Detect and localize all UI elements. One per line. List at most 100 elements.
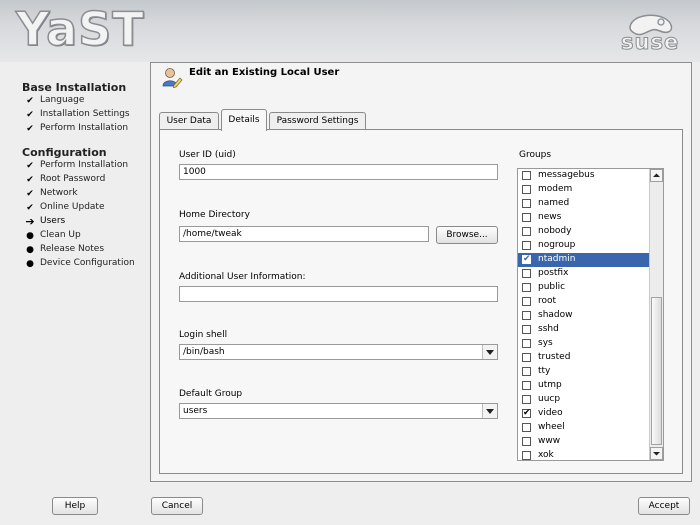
group-item-trusted[interactable]: trusted bbox=[518, 351, 651, 365]
group-name: shadow bbox=[538, 310, 573, 320]
step-clean-up: ● Clean Up bbox=[24, 230, 149, 244]
group-name: postfix bbox=[538, 268, 569, 278]
group-item-utmp[interactable]: utmp bbox=[518, 379, 651, 393]
group-checkbox[interactable] bbox=[522, 381, 531, 390]
group-item-wheel[interactable]: wheel bbox=[518, 421, 651, 435]
group-item-named[interactable]: named bbox=[518, 197, 651, 211]
group-item-sys[interactable]: sys bbox=[518, 337, 651, 351]
checkmark-icon: ✔ bbox=[26, 175, 34, 185]
login-shell-value: /bin/bash bbox=[183, 347, 225, 357]
browse-button[interactable]: Browse... bbox=[436, 226, 498, 244]
group-checkbox[interactable] bbox=[522, 199, 531, 208]
group-item-modem[interactable]: modem bbox=[518, 183, 651, 197]
uid-label: User ID (uid) bbox=[179, 150, 236, 160]
default-group-value: users bbox=[183, 406, 208, 416]
group-checkbox[interactable] bbox=[522, 297, 531, 306]
accept-button[interactable]: Accept bbox=[638, 497, 690, 515]
group-item-messagebus[interactable]: messagebus bbox=[518, 169, 651, 183]
chevron-down-icon[interactable] bbox=[482, 345, 497, 359]
home-directory-input[interactable]: /home/tweak bbox=[179, 226, 429, 242]
group-checkbox[interactable] bbox=[522, 423, 531, 432]
checkmark-icon: ✔ bbox=[26, 189, 34, 199]
group-item-public[interactable]: public bbox=[518, 281, 651, 295]
group-item-xok[interactable]: xok bbox=[518, 449, 651, 460]
chevron-down-icon bbox=[653, 452, 660, 456]
group-name: ntadmin bbox=[538, 254, 576, 264]
group-item-uucp[interactable]: uucp bbox=[518, 393, 651, 407]
group-name: www bbox=[538, 436, 561, 446]
group-name: utmp bbox=[538, 380, 562, 390]
group-item-www[interactable]: www bbox=[518, 435, 651, 449]
groups-checkbox-list[interactable]: messagebus modem named news nobody nogroup ✔ nt… bbox=[517, 168, 664, 461]
group-item-nogroup[interactable]: nogroup bbox=[518, 239, 651, 253]
step-release-notes: ● Release Notes bbox=[24, 244, 149, 258]
group-name: xok bbox=[538, 450, 554, 460]
dialog-title: Edit an Existing Local User bbox=[189, 67, 340, 78]
group-item-ntadmin[interactable]: ✔ ntadmin bbox=[518, 253, 651, 267]
group-checkbox[interactable] bbox=[522, 269, 531, 278]
group-checkbox[interactable]: ✔ bbox=[522, 409, 531, 418]
group-checkbox[interactable] bbox=[522, 241, 531, 250]
scroll-down-button[interactable] bbox=[650, 447, 663, 460]
default-group-combo[interactable]: users bbox=[179, 403, 498, 419]
group-item-shadow[interactable]: shadow bbox=[518, 309, 651, 323]
group-name: wheel bbox=[538, 422, 565, 432]
group-name: root bbox=[538, 296, 557, 306]
group-checkbox[interactable] bbox=[522, 367, 531, 376]
group-checkbox[interactable] bbox=[522, 171, 531, 180]
group-checkbox[interactable] bbox=[522, 451, 531, 460]
group-item-tty[interactable]: tty bbox=[518, 365, 651, 379]
group-item-sshd[interactable]: sshd bbox=[518, 323, 651, 337]
chevron-up-icon bbox=[653, 173, 660, 177]
group-checkbox[interactable] bbox=[522, 213, 531, 222]
group-checkbox[interactable] bbox=[522, 353, 531, 362]
groups-scrollbar[interactable] bbox=[649, 169, 663, 460]
group-item-root[interactable]: root bbox=[518, 295, 651, 309]
checkmark-icon: ✔ bbox=[26, 96, 34, 106]
group-checkbox[interactable] bbox=[522, 311, 531, 320]
group-checkbox[interactable] bbox=[522, 325, 531, 334]
group-item-news[interactable]: news bbox=[518, 211, 651, 225]
step-users: ➔ Users bbox=[25, 215, 66, 228]
group-name: uucp bbox=[538, 394, 561, 404]
group-checkbox[interactable] bbox=[522, 339, 531, 348]
section-title-configuration: Configuration bbox=[22, 146, 107, 159]
arrow-right-icon: ➔ bbox=[25, 215, 35, 228]
group-name: tty bbox=[538, 366, 551, 376]
group-checkbox[interactable] bbox=[522, 395, 531, 404]
step-root-password: ✔ Root Password bbox=[24, 174, 149, 188]
scroll-up-button[interactable] bbox=[650, 169, 663, 182]
group-name: messagebus bbox=[538, 170, 595, 180]
help-button[interactable]: Help bbox=[52, 497, 98, 515]
bullet-icon: ● bbox=[26, 245, 34, 255]
group-checkbox[interactable] bbox=[522, 185, 531, 194]
group-checkbox[interactable]: ✔ bbox=[522, 255, 531, 264]
tab-details[interactable]: Details bbox=[221, 109, 267, 131]
tab-password-settings[interactable]: Password Settings bbox=[269, 112, 366, 130]
bullet-icon: ● bbox=[26, 231, 34, 241]
installation-steps-sidebar: Base Installation ✔ Language ✔ Installat… bbox=[0, 62, 148, 482]
group-item-video[interactable]: ✔ video bbox=[518, 407, 651, 421]
uid-input[interactable]: 1000 bbox=[179, 164, 498, 180]
tab-user-data[interactable]: User Data bbox=[159, 112, 219, 130]
group-item-postfix[interactable]: postfix bbox=[518, 267, 651, 281]
group-name: nobody bbox=[538, 226, 572, 236]
group-checkbox[interactable] bbox=[522, 283, 531, 292]
chevron-down-icon[interactable] bbox=[482, 404, 497, 418]
group-checkbox[interactable] bbox=[522, 227, 531, 236]
cancel-button[interactable]: Cancel bbox=[151, 497, 203, 515]
checkmark-icon: ✔ bbox=[26, 110, 34, 120]
login-shell-combo[interactable]: /bin/bash bbox=[179, 344, 498, 360]
suse-wordmark: suse bbox=[620, 30, 680, 55]
group-name: modem bbox=[538, 184, 573, 194]
step-online-update: ✔ Online Update bbox=[24, 202, 149, 216]
section-title-base-installation: Base Installation bbox=[22, 81, 127, 94]
step-perform-installation: ✔ Perform Installation bbox=[24, 123, 149, 137]
group-item-nobody[interactable]: nobody bbox=[518, 225, 651, 239]
additional-info-input[interactable] bbox=[179, 286, 498, 302]
bullet-icon: ● bbox=[26, 259, 34, 269]
group-checkbox[interactable] bbox=[522, 437, 531, 446]
step-installation-settings: ✔ Installation Settings bbox=[24, 109, 149, 123]
group-name: sys bbox=[538, 338, 553, 348]
scrollbar-thumb[interactable] bbox=[651, 297, 662, 445]
